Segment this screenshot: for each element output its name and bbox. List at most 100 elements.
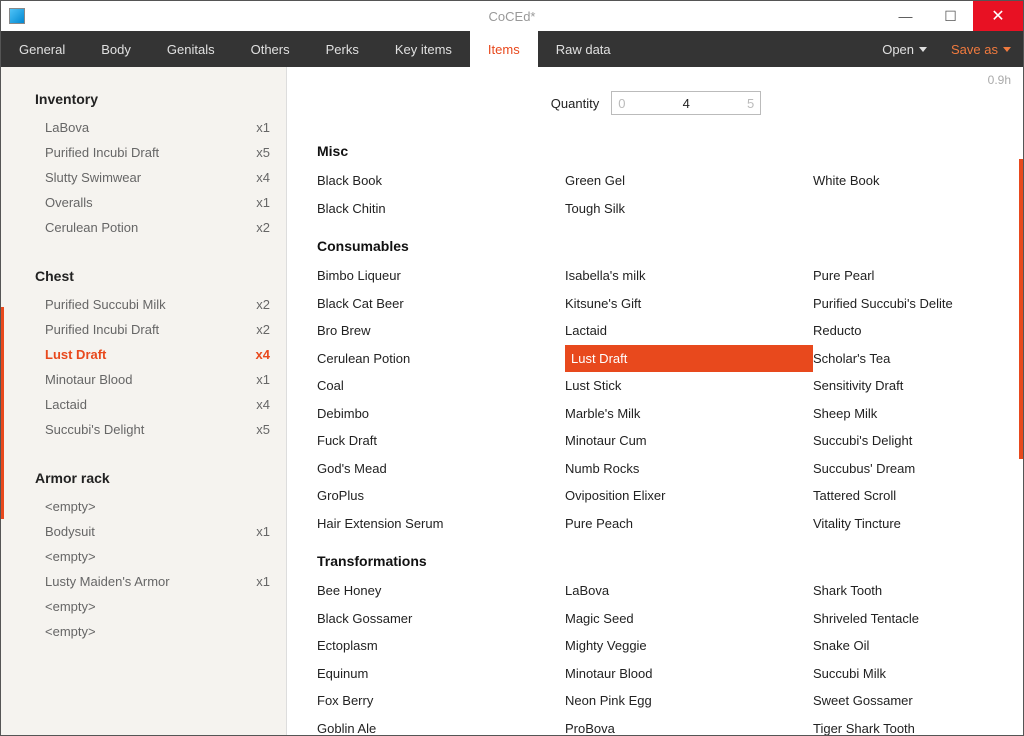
sidebar-item-qty: x4 bbox=[256, 347, 270, 362]
item-cell[interactable]: Lust Draft bbox=[565, 345, 813, 373]
save-as-label: Save as bbox=[951, 42, 998, 57]
scroll-indicator[interactable] bbox=[1019, 159, 1023, 459]
tab-general[interactable]: General bbox=[1, 31, 83, 67]
sidebar-item[interactable]: Purified Incubi Draftx2 bbox=[1, 317, 286, 342]
sidebar-item[interactable]: <empty> bbox=[1, 494, 286, 519]
item-cell[interactable]: Reducto bbox=[813, 317, 995, 345]
close-button[interactable]: ✕ bbox=[973, 1, 1023, 31]
item-cell[interactable]: Green Gel bbox=[565, 167, 813, 195]
sidebar-item[interactable]: Cerulean Potionx2 bbox=[1, 215, 286, 240]
quantity-value: 4 bbox=[612, 96, 760, 111]
item-cell[interactable]: Bro Brew bbox=[317, 317, 565, 345]
tab-perks[interactable]: Perks bbox=[308, 31, 377, 67]
main-panel: Quantity 0 4 5 MiscBlack BookGreen GelWh… bbox=[287, 67, 1023, 735]
item-cell[interactable]: Debimbo bbox=[317, 400, 565, 428]
item-cell[interactable]: Marble's Milk bbox=[565, 400, 813, 428]
item-cell[interactable]: LaBova bbox=[565, 577, 813, 605]
sidebar-item-qty: x1 bbox=[256, 574, 270, 589]
save-as-menu[interactable]: Save as bbox=[939, 31, 1023, 67]
tab-key-items[interactable]: Key items bbox=[377, 31, 470, 67]
open-menu[interactable]: Open bbox=[870, 31, 939, 67]
sidebar-item[interactable]: <empty> bbox=[1, 594, 286, 619]
sidebar-item[interactable]: Lactaidx4 bbox=[1, 392, 286, 417]
sidebar-item[interactable]: Minotaur Bloodx1 bbox=[1, 367, 286, 392]
tab-genitals[interactable]: Genitals bbox=[149, 31, 233, 67]
item-cell[interactable]: Equinum bbox=[317, 660, 565, 688]
sidebar-item-qty: x2 bbox=[256, 220, 270, 235]
item-cell[interactable]: Coal bbox=[317, 372, 565, 400]
item-cell[interactable]: Pure Pearl bbox=[813, 262, 995, 290]
item-cell[interactable]: Mighty Veggie bbox=[565, 632, 813, 660]
sidebar-item[interactable]: Lusty Maiden's Armorx1 bbox=[1, 569, 286, 594]
item-cell[interactable]: Tough Silk bbox=[565, 195, 813, 223]
sidebar-item[interactable]: Purified Succubi Milk x2 bbox=[1, 292, 286, 317]
item-cell[interactable]: Black Gossamer bbox=[317, 605, 565, 633]
item-cell[interactable]: Black Chitin bbox=[317, 195, 565, 223]
item-cell[interactable]: Sheep Milk bbox=[813, 400, 995, 428]
tab-raw-data[interactable]: Raw data bbox=[538, 31, 629, 67]
maximize-button[interactable]: ☐ bbox=[928, 1, 973, 31]
item-cell[interactable]: Succubi's Delight bbox=[813, 427, 995, 455]
item-cell[interactable]: Snake Oil bbox=[813, 632, 995, 660]
item-cell[interactable]: Black Book bbox=[317, 167, 565, 195]
item-cell[interactable]: Minotaur Blood bbox=[565, 660, 813, 688]
item-cell[interactable]: Tattered Scroll bbox=[813, 482, 995, 510]
item-cell[interactable]: White Book bbox=[813, 167, 995, 195]
item-cell[interactable]: Fuck Draft bbox=[317, 427, 565, 455]
item-cell[interactable]: Purified Succubi's Delite bbox=[813, 290, 995, 318]
item-cell[interactable]: Bimbo Liqueur bbox=[317, 262, 565, 290]
tab-others[interactable]: Others bbox=[233, 31, 308, 67]
item-cell[interactable]: Bee Honey bbox=[317, 577, 565, 605]
item-cell[interactable]: Fox Berry bbox=[317, 687, 565, 715]
item-cell[interactable]: Oviposition Elixer bbox=[565, 482, 813, 510]
item-cell[interactable]: Minotaur Cum bbox=[565, 427, 813, 455]
item-cell[interactable]: Tiger Shark Tooth bbox=[813, 715, 995, 736]
item-cell[interactable]: Lactaid bbox=[565, 317, 813, 345]
item-cell[interactable]: Cerulean Potion bbox=[317, 345, 565, 373]
sidebar-item[interactable]: Purified Incubi Draftx5 bbox=[1, 140, 286, 165]
sidebar-item-label: <empty> bbox=[45, 599, 96, 614]
item-cell[interactable]: Scholar's Tea bbox=[813, 345, 995, 373]
item-cell[interactable]: Shark Tooth bbox=[813, 577, 995, 605]
item-cell[interactable]: GroPlus bbox=[317, 482, 565, 510]
item-cell[interactable]: Magic Seed bbox=[565, 605, 813, 633]
item-cell[interactable]: Succubus' Dream bbox=[813, 455, 995, 483]
item-cell[interactable]: Numb Rocks bbox=[565, 455, 813, 483]
sidebar-item[interactable]: Lust Draftx4 bbox=[1, 342, 286, 367]
item-cell[interactable]: Goblin Ale bbox=[317, 715, 565, 736]
item-cell[interactable]: God's Mead bbox=[317, 455, 565, 483]
window-title: CoCEd* bbox=[1, 9, 1023, 24]
sidebar-item-label: Purified Succubi Milk bbox=[45, 297, 166, 312]
sidebar-item-label: Succubi's Delight bbox=[45, 422, 144, 437]
sidebar-section-armor-rack: Armor rack bbox=[1, 464, 286, 494]
tab-items[interactable]: Items bbox=[470, 31, 538, 67]
quantity-input[interactable]: 0 4 5 bbox=[611, 91, 761, 115]
item-cell[interactable]: Hair Extension Serum bbox=[317, 510, 565, 538]
item-cell[interactable]: Vitality Tincture bbox=[813, 510, 995, 538]
item-cell[interactable]: Pure Peach bbox=[565, 510, 813, 538]
item-cell[interactable]: Shriveled Tentacle bbox=[813, 605, 995, 633]
chevron-down-icon bbox=[919, 47, 927, 52]
item-cell[interactable]: Sweet Gossamer bbox=[813, 687, 995, 715]
minimize-button[interactable]: — bbox=[883, 1, 928, 31]
item-cell[interactable]: Isabella's milk bbox=[565, 262, 813, 290]
sidebar-item[interactable]: <empty> bbox=[1, 619, 286, 644]
sidebar-item[interactable]: LaBovax1 bbox=[1, 115, 286, 140]
item-cell[interactable]: ProBova bbox=[565, 715, 813, 736]
tab-body[interactable]: Body bbox=[83, 31, 149, 67]
sidebar-item[interactable]: Bodysuitx1 bbox=[1, 519, 286, 544]
item-cell[interactable]: Neon Pink Egg bbox=[565, 687, 813, 715]
sidebar-item[interactable]: <empty> bbox=[1, 544, 286, 569]
item-cell[interactable]: Lust Stick bbox=[565, 372, 813, 400]
sidebar-item[interactable]: Succubi's Delightx5 bbox=[1, 417, 286, 442]
item-cell[interactable]: Kitsune's Gift bbox=[565, 290, 813, 318]
sidebar-item-qty: x2 bbox=[256, 297, 270, 312]
sidebar-item-label: Overalls bbox=[45, 195, 93, 210]
item-cell[interactable]: Black Cat Beer bbox=[317, 290, 565, 318]
sidebar-item[interactable]: Overallsx1 bbox=[1, 190, 286, 215]
item-cell[interactable]: Ectoplasm bbox=[317, 632, 565, 660]
item-cell[interactable]: Sensitivity Draft bbox=[813, 372, 995, 400]
sidebar-item[interactable]: Slutty Swimwearx4 bbox=[1, 165, 286, 190]
item-cell[interactable]: Succubi Milk bbox=[813, 660, 995, 688]
quantity-row: Quantity 0 4 5 bbox=[317, 91, 995, 115]
